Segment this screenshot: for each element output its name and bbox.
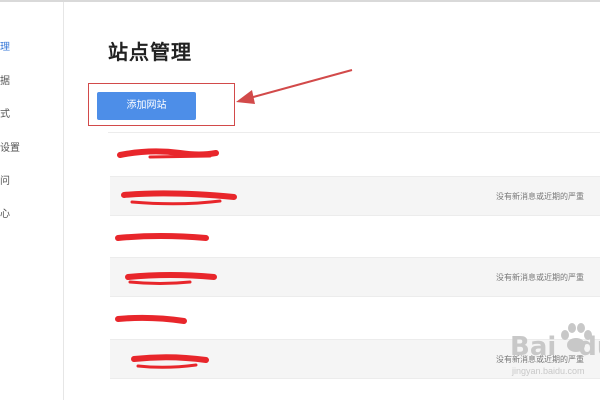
redacted-site-name bbox=[117, 148, 219, 159]
site-row[interactable]: 没有新消息或近期的严重 bbox=[110, 176, 600, 216]
window-top-border bbox=[0, 0, 600, 2]
sidebar-item-settings[interactable]: 设置 bbox=[0, 139, 22, 155]
redacted-site-name bbox=[115, 233, 209, 241]
sidebar-item-site-management[interactable]: 理 bbox=[0, 38, 22, 54]
watermark-text-part: Bai bbox=[510, 332, 557, 362]
site-row[interactable] bbox=[110, 136, 600, 176]
watermark-subtext: jingyan.baidu.com bbox=[512, 366, 585, 376]
site-status: 没有新消息或近期的严重 bbox=[496, 192, 584, 201]
site-row[interactable] bbox=[110, 216, 600, 256]
sidebar-item-mode[interactable]: 式 bbox=[0, 105, 22, 121]
page-title: 站点管理 bbox=[108, 42, 192, 64]
paw-icon bbox=[561, 323, 592, 352]
sidebar-item-data[interactable]: 据 bbox=[0, 72, 22, 88]
sidebar: 理 据 式 设置 问 心 bbox=[0, 2, 64, 400]
list-divider bbox=[108, 132, 600, 133]
sidebar-item-center[interactable]: 心 bbox=[0, 205, 22, 221]
site-row[interactable]: 没有新消息或近期的严重 bbox=[110, 257, 600, 297]
sidebar-item-question[interactable]: 问 bbox=[0, 172, 22, 188]
add-site-button[interactable]: 添加网站 bbox=[97, 92, 196, 120]
site-status: 没有新消息或近期的严重 bbox=[496, 273, 584, 282]
